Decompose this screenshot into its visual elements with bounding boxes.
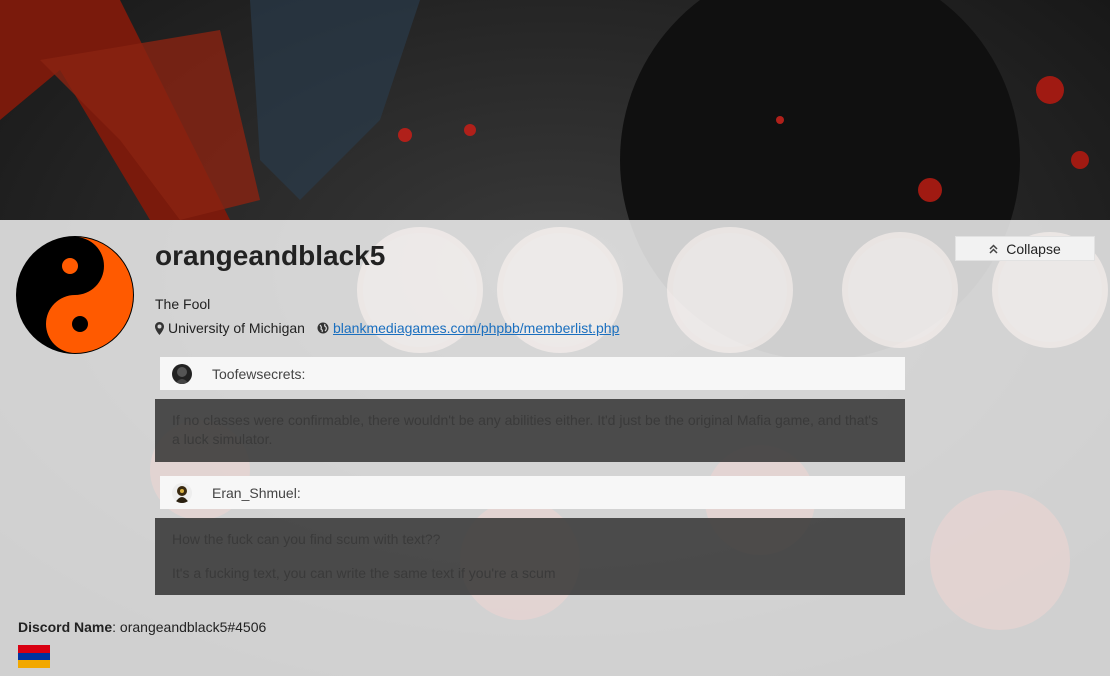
quote-author-avatar[interactable]	[172, 482, 192, 503]
discord-field: Discord Name: orangeandblack5#4506	[18, 619, 266, 635]
quote-body: If no classes were confirmable, there wo…	[155, 399, 905, 462]
quote-body: How the fuck can you find scum with text…	[155, 518, 905, 595]
quote-header: Toofewsecrets:	[160, 357, 905, 390]
website-link[interactable]: blankmediagames.com/phpbb/memberlist.php	[333, 320, 619, 336]
quote-author-avatar[interactable]	[172, 363, 192, 384]
quote-text: If no classes were confirmable, there wo…	[172, 412, 879, 447]
quote-header: Eran_Shmuel:	[160, 476, 905, 509]
armenia-flag-icon	[18, 645, 50, 668]
username: orangeandblack5	[155, 240, 386, 271]
location-text: University of Michigan	[168, 320, 305, 336]
avatar[interactable]	[15, 235, 135, 355]
quote-text: It's a fucking text, you can write the s…	[172, 565, 556, 581]
user-title: The Fool	[155, 296, 211, 312]
quote-author[interactable]: Toofewsecrets:	[212, 366, 305, 382]
quote-author[interactable]: Eran_Shmuel:	[212, 485, 301, 501]
discord-label: Discord Name	[18, 619, 113, 635]
location: University of Michigan	[155, 320, 305, 336]
map-marker-icon	[155, 321, 164, 335]
collapse-label: Collapse	[1006, 240, 1061, 257]
discord-value: : orangeandblack5#4506	[112, 619, 267, 635]
website: blankmediagames.com/phpbb/memberlist.php	[317, 320, 619, 336]
quote-text: How the fuck can you find scum with text…	[172, 531, 441, 547]
chevron-up-icon	[989, 243, 998, 254]
globe-icon	[317, 322, 329, 334]
collapse-button[interactable]: Collapse	[955, 236, 1095, 261]
